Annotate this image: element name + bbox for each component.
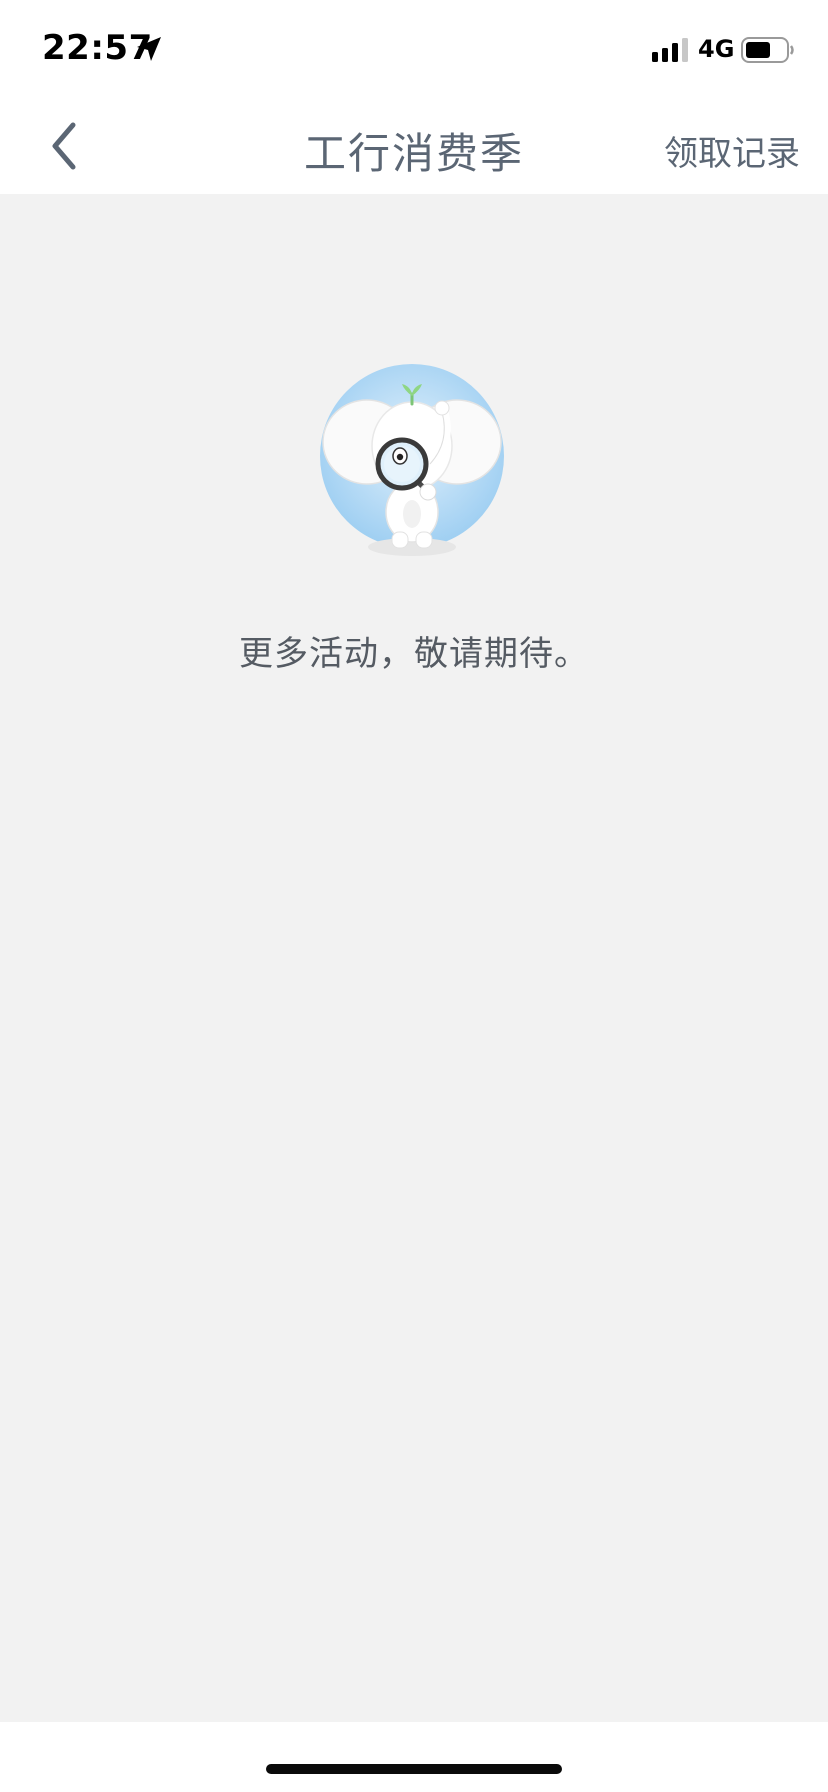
claim-records-link[interactable]: 领取记录 xyxy=(664,126,800,175)
page-title: 工行消费季 xyxy=(303,129,524,178)
location-arrow-icon xyxy=(137,37,161,61)
battery-icon xyxy=(741,37,794,63)
signal-icon xyxy=(652,38,688,62)
back-button[interactable] xyxy=(32,108,96,184)
network-label: 4G xyxy=(698,35,735,63)
status-bar: 22:57 4G xyxy=(0,0,828,98)
home-indicator[interactable] xyxy=(266,1764,562,1774)
empty-state-message: 更多活动，敬请期待。 xyxy=(239,634,589,674)
main-content: 更多活动，敬请期待。 xyxy=(0,194,828,1722)
elephant-magnifier-illustration xyxy=(320,364,504,556)
home-indicator-area xyxy=(0,1722,828,1792)
navigation-bar: 工行消费季 领取记录 xyxy=(0,98,828,194)
chevron-left-icon xyxy=(52,122,76,170)
